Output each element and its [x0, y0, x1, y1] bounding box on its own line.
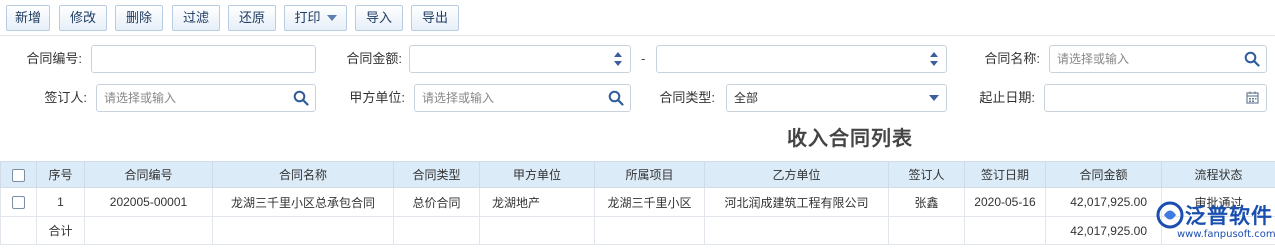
sign-date-cell: 2020-05-16	[964, 187, 1046, 217]
party-b-link[interactable]: 河北润成建筑工程有限公司	[704, 187, 889, 217]
contract-no-label: 合同编号:	[26, 51, 82, 66]
contract-no-input[interactable]	[91, 45, 316, 73]
column-header[interactable]: 签订人	[888, 161, 965, 188]
export-button[interactable]: 导出	[411, 5, 459, 31]
contract-name-input[interactable]: 请选择或输入	[1049, 45, 1267, 73]
summary-empty-cell	[964, 216, 1046, 245]
filter-button[interactable]: 过滤	[172, 5, 220, 31]
summary-empty-cell	[0, 216, 37, 245]
row-select-cell[interactable]	[0, 187, 37, 217]
amount-from-input[interactable]	[409, 45, 631, 73]
select-all-cell[interactable]	[0, 161, 37, 188]
summary-empty-cell	[704, 216, 889, 245]
contract-table: 序号 合同编号 合同名称 合同类型 甲方单位 所属项目 乙方单位 签订人 签订日…	[0, 161, 1275, 245]
restore-button[interactable]: 还原	[228, 5, 276, 31]
party-a-label: 甲方单位:	[349, 90, 405, 105]
column-header[interactable]: 合同编号	[84, 161, 213, 188]
contract-type-value: 全部	[734, 91, 759, 105]
contract-name-link[interactable]: 龙湖三千里小区总承包合同	[212, 187, 394, 217]
signer-label: 签订人:	[44, 90, 87, 105]
contract-no-link[interactable]: 202005-00001	[84, 187, 213, 217]
brand-logo-icon	[1156, 201, 1184, 229]
project-link[interactable]: 龙湖三千里小区	[594, 187, 705, 217]
summary-empty-cell	[393, 216, 480, 245]
party-a-link[interactable]: 龙湖地产	[479, 187, 595, 217]
search-icon[interactable]	[293, 90, 309, 106]
summary-empty-cell	[212, 216, 394, 245]
delete-button[interactable]: 删除	[115, 5, 163, 31]
summary-row: 合计 42,017,925.00	[0, 216, 1275, 245]
party-a-placeholder: 请选择或输入	[422, 91, 495, 105]
print-button[interactable]: 打印	[284, 5, 347, 31]
column-header[interactable]: 乙方单位	[704, 161, 889, 188]
amount-range-dash: -	[641, 51, 646, 66]
signer-input[interactable]: 请选择或输入	[96, 84, 316, 112]
signer-link[interactable]: 张鑫	[888, 187, 965, 217]
watermark-logo: 泛普软件 www.fanpusoft.com	[1155, 198, 1275, 248]
add-button[interactable]: 新增	[6, 5, 50, 31]
search-icon[interactable]	[1244, 51, 1260, 67]
search-icon[interactable]	[608, 90, 624, 106]
import-button[interactable]: 导入	[355, 5, 403, 31]
summary-empty-cell	[888, 216, 965, 245]
watermark-brand: 泛普软件	[1185, 205, 1273, 228]
column-header[interactable]: 所属项目	[594, 161, 705, 188]
calendar-icon[interactable]	[1246, 91, 1259, 104]
row-checkbox[interactable]	[12, 196, 25, 210]
column-header[interactable]: 序号	[36, 161, 85, 188]
amount-label: 合同金额:	[346, 51, 402, 66]
chevron-down-icon	[929, 95, 939, 101]
date-range-label: 起止日期:	[979, 90, 1035, 105]
spinner-icon[interactable]	[929, 50, 939, 68]
column-header[interactable]: 签订日期	[964, 161, 1046, 188]
summary-empty-cell	[594, 216, 705, 245]
page-title: 收入合同列表	[787, 128, 913, 150]
column-header[interactable]: 合同类型	[393, 161, 480, 188]
watermark-url: www.fanpusoft.com	[1177, 229, 1275, 240]
print-button-label: 打印	[294, 10, 321, 25]
date-range-input[interactable]	[1044, 84, 1267, 112]
table-row[interactable]: 1 202005-00001 龙湖三千里小区总承包合同 总价合同 龙湖地产 龙湖…	[0, 187, 1275, 217]
column-header[interactable]: 流程状态	[1161, 161, 1275, 188]
table-header-row: 序号 合同编号 合同名称 合同类型 甲方单位 所属项目 乙方单位 签订人 签订日…	[0, 161, 1275, 188]
contract-type-cell: 总价合同	[393, 187, 480, 217]
select-all-checkbox[interactable]	[12, 168, 25, 182]
contract-type-label: 合同类型:	[659, 90, 715, 105]
chevron-down-icon	[326, 14, 337, 21]
amount-cell: 42,017,925.00	[1045, 187, 1162, 217]
edit-button[interactable]: 修改	[59, 5, 107, 31]
column-header[interactable]: 甲方单位	[479, 161, 595, 188]
toolbar: 新增 修改 删除 过滤 还原 打印 导入 导出	[0, 0, 1275, 36]
contract-name-placeholder: 请选择或输入	[1057, 52, 1130, 66]
contract-name-label: 合同名称:	[984, 51, 1040, 66]
contract-type-select[interactable]: 全部	[726, 84, 947, 112]
party-a-input[interactable]: 请选择或输入	[414, 84, 631, 112]
summary-label: 合计	[36, 216, 85, 245]
summary-amount: 42,017,925.00	[1045, 216, 1162, 245]
summary-empty-cell	[479, 216, 595, 245]
column-header[interactable]: 合同名称	[212, 161, 394, 188]
amount-to-input[interactable]	[656, 45, 947, 73]
column-header[interactable]: 合同金额	[1045, 161, 1162, 188]
seq-cell: 1	[36, 187, 85, 217]
summary-empty-cell	[84, 216, 213, 245]
spinner-icon[interactable]	[613, 50, 623, 68]
signer-placeholder: 请选择或输入	[104, 91, 177, 105]
